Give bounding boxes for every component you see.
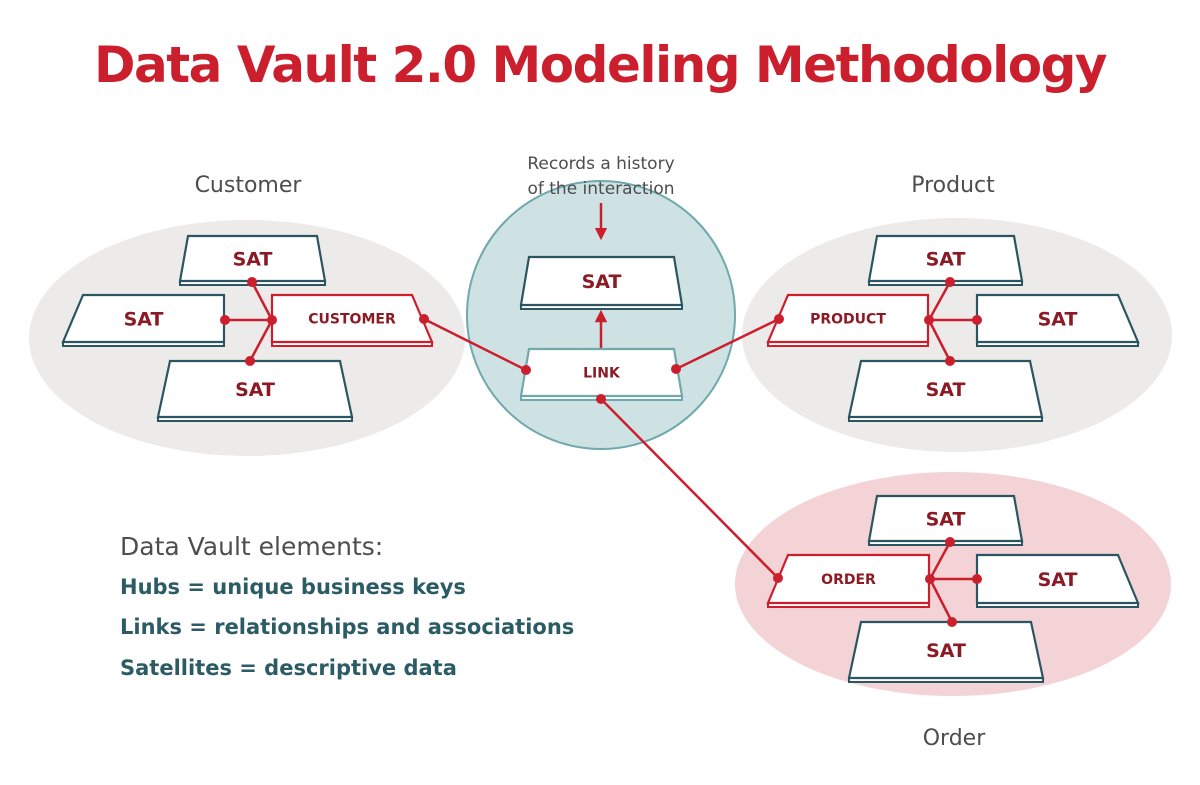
product-sat-bottom-label: SAT [926, 379, 966, 401]
dot-product-sat-top [945, 277, 955, 287]
dot-order-sat-top [945, 537, 955, 547]
legend-item-hubs: Hubs = unique business keys [120, 575, 466, 599]
dot-product-hub-right [924, 315, 934, 325]
product-sat-right[interactable]: SAT [975, 293, 1140, 347]
dot-customer-hub-left [267, 315, 277, 325]
link-sat[interactable]: SAT [519, 255, 684, 310]
diagram-canvas: Data Vault 2.0 Modeling Methodology Cust… [29, 36, 1172, 751]
order-sat-bottom-label: SAT [926, 640, 966, 662]
customer-sat-bottom[interactable]: SAT [156, 359, 354, 422]
dot-product-sat-right [972, 315, 982, 325]
product-sat-top-label: SAT [926, 248, 966, 270]
order-hub[interactable]: ORDER [766, 553, 931, 608]
dot-order-sat-bottom [947, 617, 957, 627]
dot-customer-sat-left [220, 315, 230, 325]
legend-item-links: Links = relationships and associations [120, 615, 574, 639]
link-annotation-line1: Records a history [527, 154, 674, 174]
order-sat-top[interactable]: SAT [867, 494, 1024, 546]
dot-order-hub-right [925, 574, 935, 584]
product-hub-label: PRODUCT [810, 312, 886, 328]
customer-sat-left-label: SAT [124, 308, 164, 330]
product-sat-bottom[interactable]: SAT [847, 359, 1044, 422]
dot-customer-hub-right [419, 314, 429, 324]
product-hub[interactable]: PRODUCT [766, 293, 930, 347]
product-sat-right-label: SAT [1038, 308, 1078, 330]
customer-sat-bottom-label: SAT [235, 379, 275, 401]
order-hub-label: ORDER [821, 572, 876, 588]
dot-product-hub-left [774, 314, 784, 324]
dot-order-hub-left [773, 573, 783, 583]
dot-link-left [521, 365, 531, 375]
legend: Data Vault elements: Hubs = unique busin… [120, 532, 574, 680]
product-sat-top[interactable]: SAT [867, 234, 1024, 286]
customer-sat-top-label: SAT [233, 248, 273, 270]
dot-link-bottom [596, 394, 606, 404]
order-sat-right[interactable]: SAT [975, 553, 1140, 608]
page-title: Data Vault 2.0 Modeling Methodology [94, 36, 1107, 94]
dot-order-sat-right [972, 574, 982, 584]
dot-link-right [671, 364, 681, 374]
legend-heading: Data Vault elements: [120, 532, 383, 561]
customer-hub[interactable]: CUSTOMER [270, 293, 434, 347]
order-sat-right-label: SAT [1038, 569, 1078, 591]
dot-customer-sat-top [247, 277, 257, 287]
link-annotation-line2: of the interaction [527, 179, 674, 199]
dot-product-sat-bottom [945, 356, 955, 366]
legend-item-satellites: Satellites = descriptive data [120, 656, 457, 680]
link-box-label: LINK [583, 366, 621, 382]
connector-link-order [600, 398, 779, 579]
customer-hub-label: CUSTOMER [308, 312, 396, 328]
product-group-label: Product [911, 173, 995, 198]
customer-group-label: Customer [195, 173, 303, 198]
customer-sat-left[interactable]: SAT [61, 293, 226, 347]
order-sat-bottom[interactable]: SAT [847, 620, 1045, 683]
dot-customer-sat-bottom [245, 356, 255, 366]
order-group-label: Order [923, 726, 986, 751]
link-sat-label: SAT [582, 271, 622, 293]
order-sat-top-label: SAT [926, 508, 966, 530]
link-box[interactable]: LINK [519, 347, 684, 401]
